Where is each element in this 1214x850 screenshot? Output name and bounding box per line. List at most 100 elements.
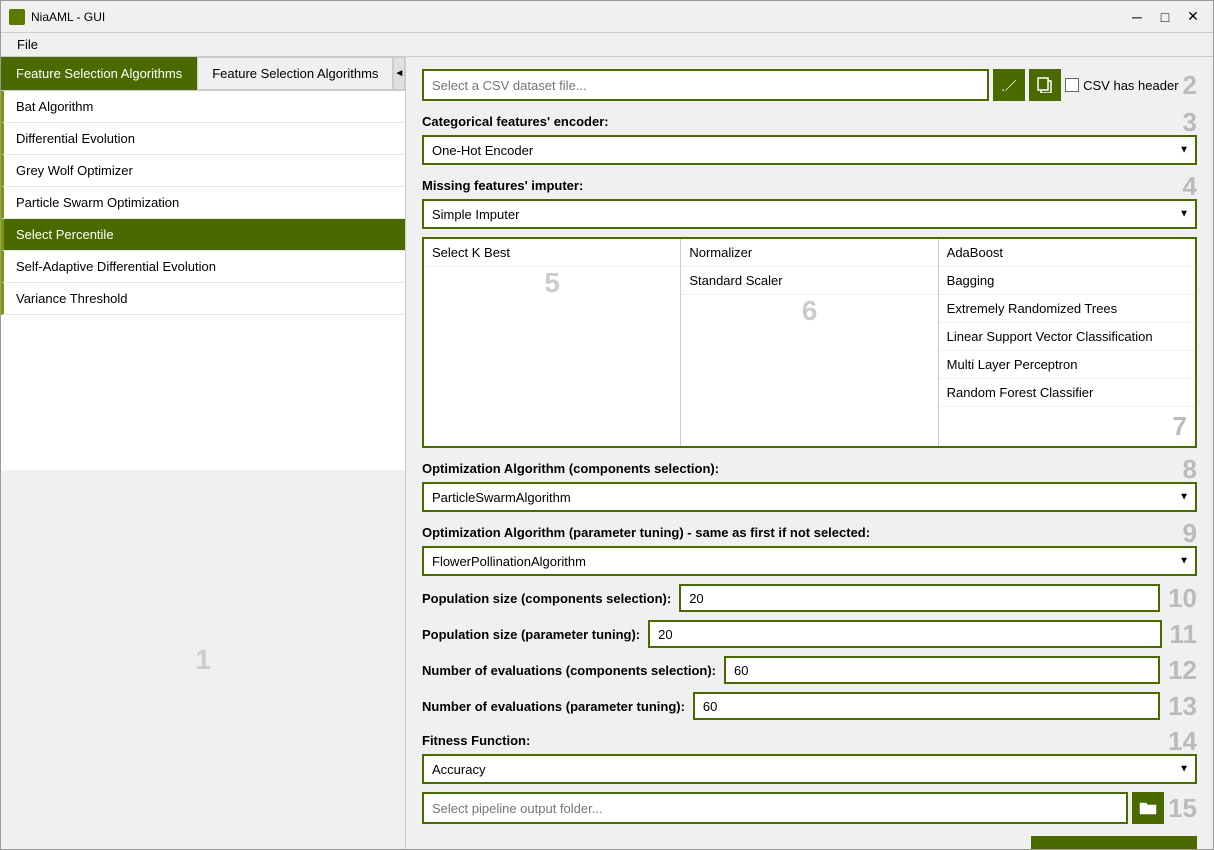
- start-section: Start optimization: [422, 832, 1197, 849]
- number-badge-10: 10: [1168, 585, 1197, 611]
- minimize-button[interactable]: ─: [1125, 5, 1149, 29]
- number-badge-13: 13: [1168, 693, 1197, 719]
- opt-components-section: Optimization Algorithm (components selec…: [422, 456, 1197, 512]
- close-button[interactable]: ✕: [1181, 5, 1205, 29]
- file-menu[interactable]: File: [9, 35, 46, 54]
- csv-section: CSV has header 2: [422, 69, 1197, 101]
- algo-particle-swarm[interactable]: Particle Swarm Optimization: [1, 187, 405, 219]
- pop-components-input[interactable]: [679, 584, 1160, 612]
- listboxes-row: Select K Best 5 Normalizer Standard Scal…: [422, 237, 1197, 448]
- classifier-listbox[interactable]: AdaBoost Bagging Extremely Randomized Tr…: [939, 239, 1195, 446]
- number-badge-2: 2: [1183, 72, 1197, 98]
- number-badge-5: 5: [424, 267, 680, 299]
- tab-feature-selection-2[interactable]: Feature Selection Algorithms: [197, 57, 393, 90]
- algo-grey-wolf-optimizer[interactable]: Grey Wolf Optimizer: [1, 155, 405, 187]
- pipeline-row: 15: [422, 792, 1197, 824]
- fitness-label: Fitness Function:: [422, 733, 530, 748]
- missing-section: Missing features' imputer: 4 Simple Impu…: [422, 173, 1197, 229]
- feature-selection-listbox[interactable]: Select K Best 5: [424, 239, 681, 446]
- missing-label: Missing features' imputer:: [422, 178, 583, 193]
- opt-components-dropdown-container: ParticleSwarmAlgorithm ▼: [422, 482, 1197, 512]
- algo-bat-algorithm[interactable]: Bat Algorithm: [1, 91, 405, 123]
- number-badge-9: 9: [1183, 520, 1197, 546]
- pop-components-row: Population size (components selection): …: [422, 584, 1197, 612]
- algo-differential-evolution[interactable]: Differential Evolution: [1, 123, 405, 155]
- menu-bar: File: [1, 33, 1213, 57]
- main-window: NiaAML - GUI ─ □ ✕ File Feature Selectio…: [0, 0, 1214, 850]
- csv-header-label: CSV has header: [1083, 78, 1178, 93]
- opt-tuning-dropdown[interactable]: FlowerPollinationAlgorithm: [422, 546, 1197, 576]
- pipeline-section: 15: [422, 792, 1197, 824]
- algorithm-list: Bat Algorithm Differential Evolution Gre…: [1, 91, 405, 470]
- start-optimization-button[interactable]: Start optimization: [1031, 836, 1197, 849]
- csv-header-checkbox[interactable]: [1065, 78, 1079, 92]
- folder-icon: [1139, 801, 1157, 815]
- categorical-encoder-dropdown[interactable]: One-Hot Encoder: [422, 135, 1197, 165]
- list-item-linear-svc[interactable]: Linear Support Vector Classification: [939, 323, 1195, 351]
- title-bar: NiaAML - GUI ─ □ ✕: [1, 1, 1213, 33]
- eval-tuning-row: Number of evaluations (parameter tuning)…: [422, 692, 1197, 720]
- missing-imputer-dropdown[interactable]: Simple Imputer: [422, 199, 1197, 229]
- fitness-dropdown-container: Accuracy ▼: [422, 754, 1197, 784]
- tab-scroll-button[interactable]: ◄: [393, 57, 405, 90]
- main-content: Feature Selection Algorithms Feature Sel…: [1, 57, 1213, 849]
- csv-row: CSV has header 2: [422, 69, 1197, 101]
- opt-components-dropdown[interactable]: ParticleSwarmAlgorithm: [422, 482, 1197, 512]
- list-item-bagging[interactable]: Bagging: [939, 267, 1195, 295]
- list-item-standard-scaler[interactable]: Standard Scaler: [681, 267, 937, 295]
- fitness-dropdown[interactable]: Accuracy: [422, 754, 1197, 784]
- opt-tuning-section: Optimization Algorithm (parameter tuning…: [422, 520, 1197, 576]
- left-panel-number: 1: [1, 470, 405, 849]
- algo-variance-threshold[interactable]: Variance Threshold: [1, 283, 405, 315]
- missing-dropdown-container: Simple Imputer ▼: [422, 199, 1197, 229]
- number-badge-12: 12: [1168, 657, 1197, 683]
- list-item-random-forest[interactable]: Random Forest Classifier: [939, 379, 1195, 407]
- eval-components-label: Number of evaluations (components select…: [422, 663, 716, 678]
- pop-tuning-label: Population size (parameter tuning):: [422, 627, 640, 642]
- eval-tuning-label: Number of evaluations (parameter tuning)…: [422, 699, 685, 714]
- pop-tuning-row: Population size (parameter tuning): 11: [422, 620, 1197, 648]
- categorical-dropdown-container: One-Hot Encoder ▼: [422, 135, 1197, 165]
- opt-tuning-label: Optimization Algorithm (parameter tuning…: [422, 525, 870, 540]
- copy-icon: [1037, 77, 1053, 93]
- opt-components-label: Optimization Algorithm (components selec…: [422, 461, 719, 476]
- window-title: NiaAML - GUI: [31, 10, 1125, 24]
- categorical-label: Categorical features' encoder:: [422, 114, 609, 129]
- csv-file-input[interactable]: [422, 69, 989, 101]
- number-badge-4: 4: [1183, 173, 1197, 199]
- pop-tuning-input[interactable]: [648, 620, 1161, 648]
- right-panel: CSV has header 2 Categorical features' e…: [406, 57, 1213, 849]
- list-item-mlp[interactable]: Multi Layer Perceptron: [939, 351, 1195, 379]
- left-panel: Feature Selection Algorithms Feature Sel…: [1, 57, 406, 849]
- window-controls: ─ □ ✕: [1125, 5, 1205, 29]
- listboxes-section: Select K Best 5 Normalizer Standard Scal…: [422, 237, 1197, 448]
- edit-icon: [1001, 77, 1017, 93]
- number-badge-7: 7: [939, 407, 1195, 446]
- csv-edit-button[interactable]: [993, 69, 1025, 101]
- csv-copy-button[interactable]: [1029, 69, 1061, 101]
- maximize-button[interactable]: □: [1153, 5, 1177, 29]
- list-item-adaboost[interactable]: AdaBoost: [939, 239, 1195, 267]
- categorical-section: Categorical features' encoder: 3 One-Hot…: [422, 109, 1197, 165]
- tab-feature-selection-1[interactable]: Feature Selection Algorithms: [1, 57, 197, 90]
- pipeline-folder-button[interactable]: [1132, 792, 1164, 824]
- algo-select-percentile[interactable]: Select Percentile: [1, 219, 405, 251]
- pop-components-label: Population size (components selection):: [422, 591, 671, 606]
- csv-header-section: CSV has header: [1065, 78, 1178, 93]
- number-badge-15: 15: [1168, 795, 1197, 821]
- pipeline-folder-input[interactable]: [422, 792, 1128, 824]
- list-item-normalizer[interactable]: Normalizer: [681, 239, 937, 267]
- opt-tuning-dropdown-container: FlowerPollinationAlgorithm ▼: [422, 546, 1197, 576]
- list-item-select-k-best[interactable]: Select K Best: [424, 239, 680, 267]
- algo-self-adaptive[interactable]: Self-Adaptive Differential Evolution: [1, 251, 405, 283]
- eval-tuning-input[interactable]: [693, 692, 1160, 720]
- number-badge-6: 6: [681, 295, 937, 327]
- tab-bar: Feature Selection Algorithms Feature Sel…: [1, 57, 405, 91]
- number-badge-14: 14: [1168, 728, 1197, 754]
- number-badge-11: 11: [1170, 621, 1198, 647]
- eval-components-input[interactable]: [724, 656, 1160, 684]
- fitness-section: Fitness Function: 14 Accuracy ▼: [422, 728, 1197, 784]
- list-item-extremely-randomized[interactable]: Extremely Randomized Trees: [939, 295, 1195, 323]
- app-icon: [9, 9, 25, 25]
- normalization-listbox[interactable]: Normalizer Standard Scaler 6: [681, 239, 938, 446]
